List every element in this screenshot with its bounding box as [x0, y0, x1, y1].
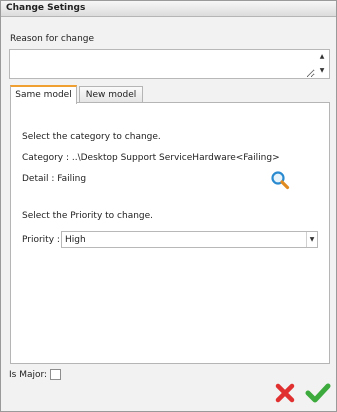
detail-text: Detail : Failing [22, 174, 87, 184]
tab-panel-same-model: Select the category to change. Category … [10, 102, 330, 364]
chevron-down-icon[interactable]: ▼ [306, 232, 317, 247]
scroll-down-icon[interactable]: ▼ [315, 64, 329, 78]
scroll-up-icon[interactable]: ▲ [315, 50, 329, 64]
search-icon[interactable] [269, 169, 291, 191]
priority-value: High [65, 235, 86, 245]
priority-select[interactable]: High ▼ [61, 231, 318, 248]
change-settings-dialog: Change Setings Reason for change ▲ ▼ Sam… [0, 0, 337, 412]
category-prompt: Select the category to change. [22, 132, 161, 142]
is-major-label: Is Major: [9, 370, 48, 380]
cancel-button[interactable] [274, 382, 296, 404]
tab-same-model[interactable]: Same model [10, 85, 77, 104]
dialog-title: Change Setings [6, 3, 86, 13]
priority-prompt: Select the Priority to change. [22, 211, 154, 221]
dialog-titlebar: Change Setings [1, 1, 336, 17]
priority-label: Priority : [22, 235, 60, 245]
category-path: Category : ..\Desktop Support ServiceHar… [22, 153, 280, 163]
reason-field: ▲ ▼ [9, 49, 330, 79]
ok-button[interactable] [305, 382, 331, 404]
reason-input[interactable] [10, 50, 315, 78]
reason-scroll-buttons: ▲ ▼ [315, 50, 329, 78]
tab-new-model[interactable]: New model [79, 86, 143, 103]
is-major-checkbox[interactable] [50, 369, 61, 380]
reason-label: Reason for change [10, 34, 95, 44]
